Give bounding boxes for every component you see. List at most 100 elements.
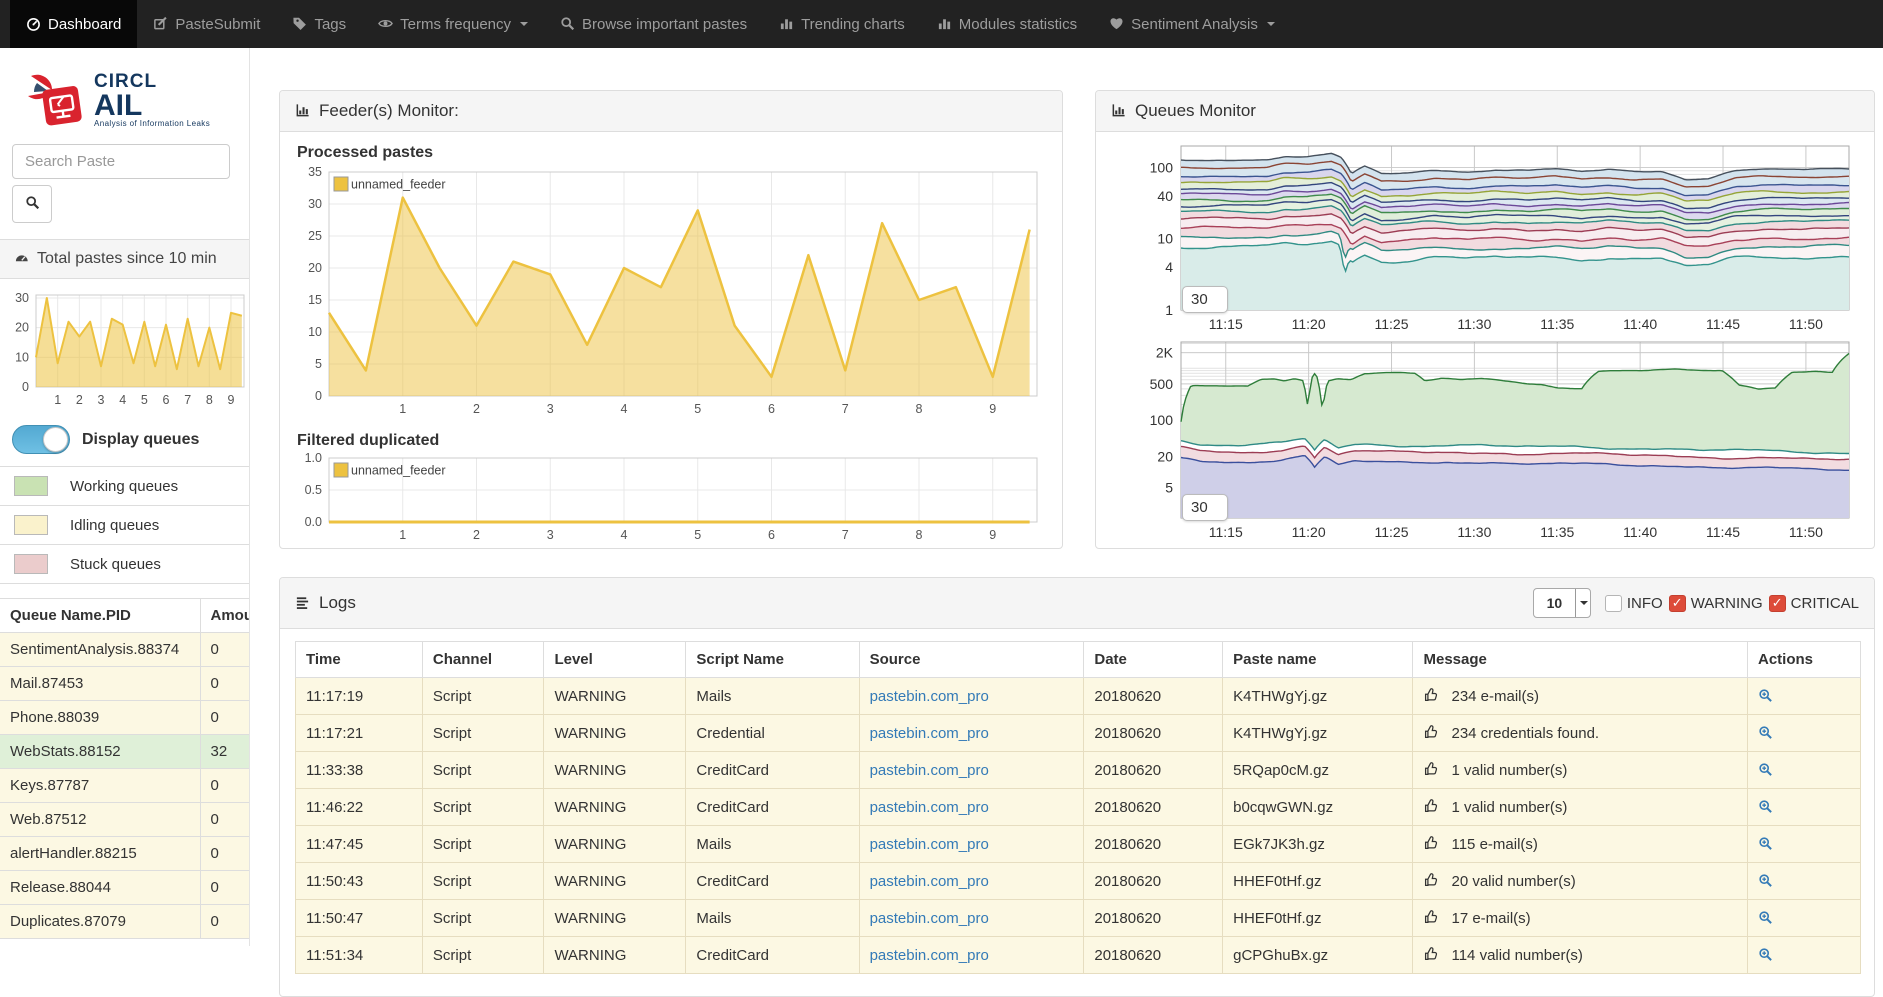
nav-item-dashboard[interactable]: Dashboard: [10, 0, 137, 48]
nav-item-modules-statistics[interactable]: Modules statistics: [921, 0, 1093, 48]
log-actions: [1747, 752, 1860, 789]
search-plus-icon[interactable]: [1758, 725, 1773, 742]
log-time: 11:47:45: [296, 826, 423, 863]
queue-row: Phone.880390: [0, 701, 250, 735]
queue-table-header-name: Queue Name.PID: [0, 599, 200, 633]
source-link[interactable]: pastebin.com_pro: [870, 688, 989, 705]
search-plus-icon[interactable]: [1758, 688, 1773, 705]
checkbox-info[interactable]: [1605, 595, 1622, 612]
filter-critical[interactable]: ✓CRITICAL: [1769, 595, 1859, 612]
nav-item-sentiment-analysis[interactable]: Sentiment Analysis: [1093, 0, 1291, 48]
source-link[interactable]: pastebin.com_pro: [870, 910, 989, 927]
log-row: 11:33:38ScriptWARNINGCreditCardpastebin.…: [296, 752, 1861, 789]
log-paste-name: K4THWgYj.gz: [1223, 678, 1413, 715]
queues-bottom-zoom-input[interactable]: [1182, 494, 1228, 521]
thumbs-up-icon: [1423, 909, 1439, 927]
log-source: pastebin.com_pro: [859, 752, 1084, 789]
svg-text:11:15: 11:15: [1209, 316, 1243, 332]
queue-row: Web.875120: [0, 803, 250, 837]
queue-name: SentimentAnalysis.88374: [0, 633, 200, 667]
source-link[interactable]: pastebin.com_pro: [870, 836, 989, 853]
checkbox-critical[interactable]: ✓: [1769, 595, 1786, 612]
total-pastes-heading: Total pastes since 10 min: [0, 239, 249, 279]
search-button[interactable]: [12, 185, 52, 223]
thumbs-up-icon: [1423, 798, 1439, 816]
svg-text:0: 0: [22, 380, 29, 394]
log-time: 11:46:22: [296, 789, 423, 826]
log-time: 11:33:38: [296, 752, 423, 789]
source-link[interactable]: pastebin.com_pro: [870, 725, 989, 742]
filter-info[interactable]: INFO: [1605, 595, 1663, 612]
search-plus-icon[interactable]: [1758, 873, 1773, 890]
svg-text:7: 7: [842, 528, 849, 542]
log-date: 20180620: [1084, 678, 1223, 715]
nav-item-label: Browse important pastes: [582, 16, 747, 33]
source-link[interactable]: pastebin.com_pro: [870, 762, 989, 779]
svg-text:10: 10: [1157, 231, 1173, 247]
log-row: 11:50:43ScriptWARNINGCreditCardpastebin.…: [296, 863, 1861, 900]
log-source: pastebin.com_pro: [859, 715, 1084, 752]
main-content: Feeder(s) Monitor: Processed pastes 0510…: [250, 48, 1883, 946]
logs-page-size-select[interactable]: 10: [1533, 588, 1591, 618]
log-source: pastebin.com_pro: [859, 937, 1084, 974]
chart-axis-icon: [1111, 101, 1126, 121]
svg-text:11:50: 11:50: [1789, 524, 1823, 540]
nav-item-trending-charts[interactable]: Trending charts: [763, 0, 921, 48]
source-link[interactable]: pastebin.com_pro: [870, 947, 989, 964]
log-channel: Script: [422, 937, 544, 974]
source-link[interactable]: pastebin.com_pro: [870, 799, 989, 816]
svg-text:0.5: 0.5: [305, 483, 322, 497]
search-paste-input[interactable]: [12, 144, 230, 179]
legend-swatch: [14, 476, 48, 496]
circl-logo-icon: [24, 70, 86, 128]
queues-top-zoom-input[interactable]: [1182, 286, 1228, 313]
svg-text:11:40: 11:40: [1623, 524, 1657, 540]
nav-item-pastesubmit[interactable]: PasteSubmit: [137, 0, 276, 48]
log-date: 20180620: [1084, 826, 1223, 863]
svg-text:1.0: 1.0: [305, 452, 322, 465]
svg-text:2: 2: [473, 528, 480, 542]
svg-text:500: 500: [1150, 376, 1174, 392]
search-plus-icon[interactable]: [1758, 836, 1773, 853]
queue-row: SentimentAnalysis.883740: [0, 633, 250, 667]
queue-amount: 0: [200, 871, 250, 905]
source-link[interactable]: pastebin.com_pro: [870, 873, 989, 890]
nav-item-browse-important-pastes[interactable]: Browse important pastes: [544, 0, 763, 48]
log-paste-name: HHEF0tHf.gz: [1223, 863, 1413, 900]
log-message: 115 e-mail(s): [1413, 826, 1748, 863]
logs-header-level: Level: [544, 642, 686, 678]
bar-chart-icon: [779, 16, 794, 33]
search-plus-icon[interactable]: [1758, 910, 1773, 927]
display-queues-toggle[interactable]: [12, 425, 70, 454]
logs-table: TimeChannelLevelScript NameSourceDatePas…: [295, 641, 1861, 974]
nav-item-tags[interactable]: Tags: [276, 0, 362, 48]
svg-text:11:30: 11:30: [1457, 316, 1491, 332]
queue-row: Keys.877870: [0, 769, 250, 803]
log-date: 20180620: [1084, 900, 1223, 937]
svg-text:30: 30: [308, 197, 322, 211]
search-plus-icon[interactable]: [1758, 799, 1773, 816]
caret-down-icon: [1267, 22, 1275, 26]
search-plus-icon[interactable]: [1758, 762, 1773, 779]
display-queues-label: Display queues: [82, 431, 199, 449]
logs-heading: Logs 10 INFO✓WARNING✓CRITICAL: [280, 578, 1874, 629]
log-message: 114 valid number(s): [1413, 937, 1748, 974]
svg-text:11:35: 11:35: [1540, 316, 1574, 332]
svg-text:35: 35: [308, 165, 322, 179]
log-message: 17 e-mail(s): [1413, 900, 1748, 937]
checkbox-warning[interactable]: ✓: [1669, 595, 1686, 612]
logs-header-paste-name: Paste name: [1223, 642, 1413, 678]
log-level: WARNING: [544, 715, 686, 752]
svg-text:11:45: 11:45: [1706, 316, 1740, 332]
legend-idling-queues: Idling queues: [0, 505, 249, 544]
filter-warning[interactable]: ✓WARNING: [1669, 595, 1763, 612]
queue-name: Mail.87453: [0, 667, 200, 701]
nav-item-terms-frequency[interactable]: Terms frequency: [362, 0, 544, 48]
svg-text:7: 7: [842, 402, 849, 416]
chevron-down-icon: [1580, 601, 1588, 605]
search-plus-icon[interactable]: [1758, 947, 1773, 964]
queue-amount: 0: [200, 905, 250, 939]
log-row: 11:47:45ScriptWARNINGMailspastebin.com_p…: [296, 826, 1861, 863]
svg-text:1: 1: [399, 402, 406, 416]
svg-text:1: 1: [399, 528, 406, 542]
